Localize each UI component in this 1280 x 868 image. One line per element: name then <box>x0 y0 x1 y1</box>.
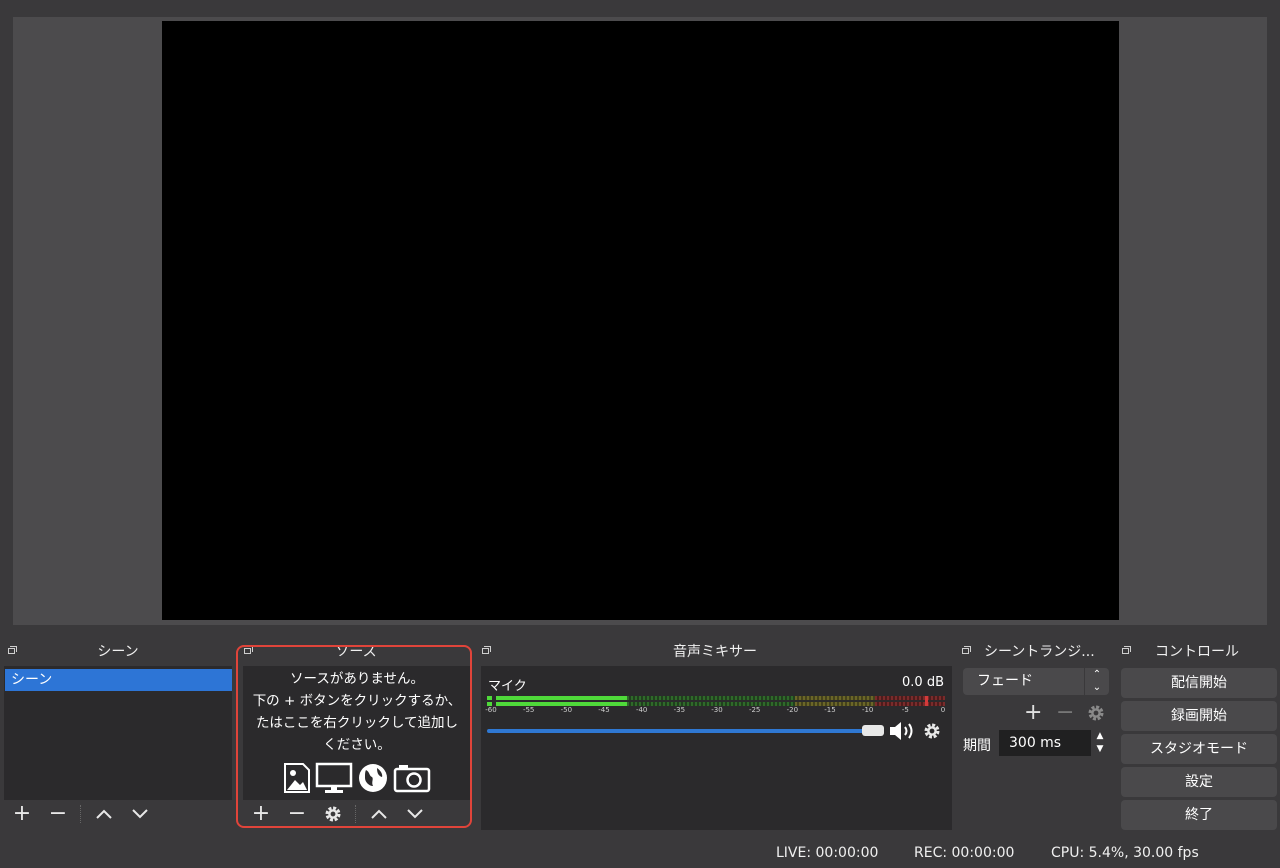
meter-peak-hold <box>925 696 928 706</box>
mixer-dock-title: 音声ミキサー <box>673 644 757 660</box>
spin-down-icon[interactable]: ▼ <box>1091 743 1109 756</box>
meter-yellow-zone <box>795 696 875 700</box>
meter-scale: -60 -55 -50 -45 -40 -35 -30 -25 -20 -15 -10 -5 0 <box>485 706 946 718</box>
duration-input[interactable]: 300 ms <box>999 730 1091 756</box>
undock-icon[interactable] <box>482 646 491 654</box>
transition-select[interactable]: フェード ⌃ ⌄ <box>963 668 1109 695</box>
meter-tick-label: -35 <box>673 706 686 714</box>
chevron-down-icon <box>132 809 148 819</box>
duration-spinner[interactable]: ▲ ▼ <box>1091 730 1109 756</box>
meter-tick-label: -60 <box>485 706 497 714</box>
cpu-fps-status: CPU: 5.4%, 30.00 fps <box>1051 845 1199 861</box>
rec-timer: REC: 00:00:00 <box>914 845 1015 861</box>
transitions-dock-title: シーントランジ... <box>984 644 1095 660</box>
gear-icon[interactable] <box>1086 703 1106 723</box>
updown-chevron-icon: ⌃ ⌄ <box>1084 668 1109 695</box>
remove-scene-button[interactable]: − <box>40 800 76 828</box>
scenes-toolbar: + − <box>4 800 232 828</box>
meter-tick-label: -15 <box>824 706 836 714</box>
scene-list-item[interactable]: シーン <box>5 669 232 691</box>
volume-slider-track[interactable] <box>487 729 865 733</box>
minus-icon: − <box>48 801 68 826</box>
chevron-up-icon <box>96 809 112 819</box>
meter-tick-label: -40 <box>635 706 648 714</box>
controls-dock-title: コントロール <box>1155 644 1239 660</box>
start-streaming-button[interactable]: 配信開始 <box>1121 668 1277 698</box>
preview-canvas[interactable] <box>162 21 1119 620</box>
meter-tick-label: -5 <box>901 706 909 714</box>
meter-level-bar <box>496 696 627 700</box>
meter-tick-label: 0 <box>940 706 946 714</box>
exit-button[interactable]: 終了 <box>1121 800 1277 830</box>
scenes-dock-header: シーン <box>4 642 232 662</box>
live-timer: LIVE: 00:00:00 <box>776 845 879 861</box>
duration-label: 期間 <box>963 738 991 754</box>
move-scene-up-button[interactable] <box>86 800 122 828</box>
undock-icon[interactable] <box>962 646 971 654</box>
transitions-dock-header: シーントランジ... <box>958 642 1112 662</box>
meter-tick-label: -55 <box>522 706 535 714</box>
studio-mode-button[interactable]: スタジオモード <box>1121 734 1277 764</box>
meter-tick-label: -20 <box>786 706 799 714</box>
mixer-dock-header: 音声ミキサー <box>478 642 952 662</box>
meter-peak-marker <box>487 696 492 700</box>
plus-icon: + <box>12 801 32 826</box>
remove-transition-button[interactable]: − <box>1056 700 1074 725</box>
meter-tick-label: -50 <box>560 706 573 714</box>
scenes-dock-title: シーン <box>97 644 139 660</box>
meter-green-zone <box>627 696 795 700</box>
meter-tick-label: -25 <box>748 706 761 714</box>
undock-icon[interactable] <box>1122 646 1131 654</box>
gear-icon[interactable] <box>922 721 942 741</box>
meter-tick-label: -45 <box>598 706 610 714</box>
mixer-panel <box>481 666 952 830</box>
settings-button[interactable]: 設定 <box>1121 767 1277 797</box>
meter-red-zone <box>875 696 945 700</box>
transition-select-value: フェード <box>977 673 1033 689</box>
preview-area[interactable] <box>13 17 1267 625</box>
mixer-level-readout: 0.0 dB <box>902 675 944 690</box>
spin-up-icon[interactable]: ▲ <box>1091 730 1109 743</box>
add-scene-button[interactable]: + <box>4 800 40 828</box>
sources-dock-highlight <box>236 645 472 828</box>
minus-icon: − <box>1056 700 1075 725</box>
mixer-channel-name: マイク <box>488 679 527 694</box>
add-transition-button[interactable]: + <box>1024 700 1042 725</box>
toolbar-separator <box>80 805 82 823</box>
meter-tick-label: -10 <box>861 706 874 714</box>
controls-dock-header: コントロール <box>1118 642 1276 662</box>
volume-slider-handle[interactable] <box>862 725 884 736</box>
plus-icon: + <box>1024 700 1043 725</box>
start-recording-button[interactable]: 録画開始 <box>1121 701 1277 731</box>
undock-icon[interactable] <box>8 646 17 654</box>
move-scene-down-button[interactable] <box>122 800 158 828</box>
meter-tick-label: -30 <box>711 706 723 714</box>
speaker-icon[interactable] <box>888 720 916 742</box>
